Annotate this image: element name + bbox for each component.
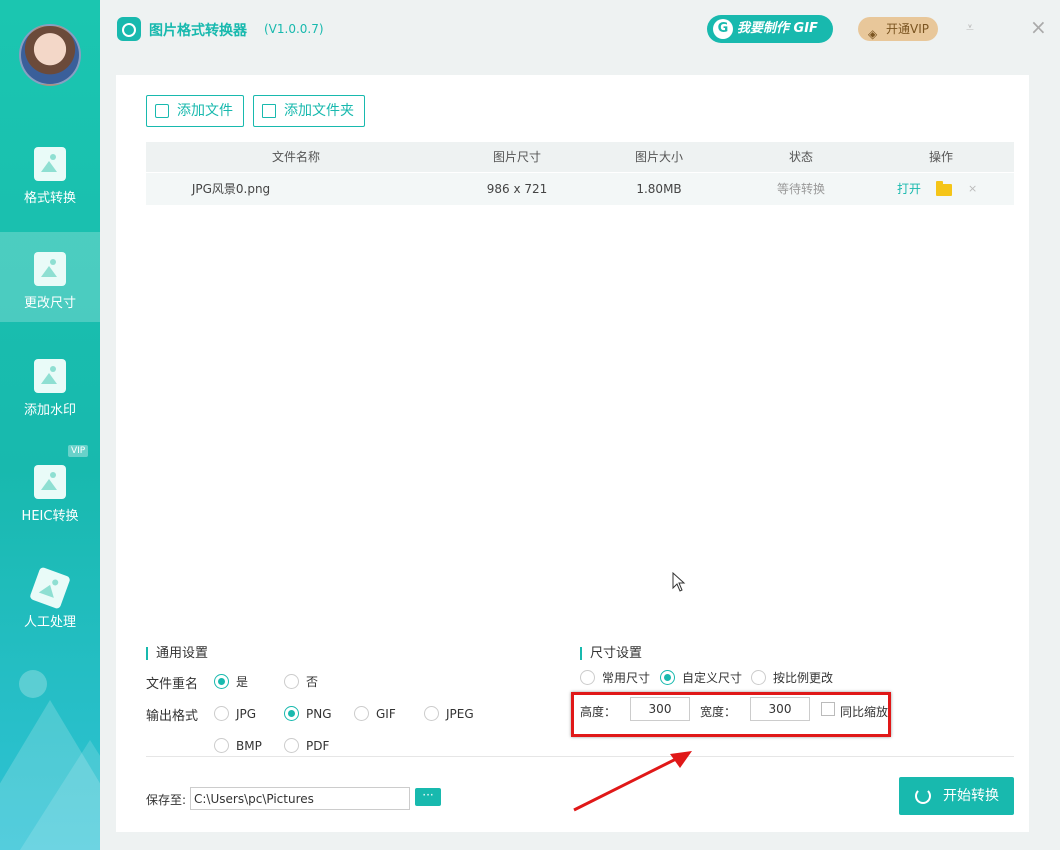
sidebar-item-label: 添加水印: [23, 403, 76, 418]
file-name: JPG风景0.png: [191, 182, 271, 196]
file-size: 1.80MB: [636, 182, 682, 196]
decoration-hill: [20, 740, 100, 850]
radio-label: JPEG: [446, 707, 474, 721]
radio-label: 常用尺寸: [602, 671, 651, 685]
radio-indicator: [424, 706, 439, 721]
format-gif-radio[interactable]: GIF: [354, 706, 396, 722]
add-folder-label: 添加文件夹: [284, 103, 354, 119]
general-settings-title: 通用设置: [146, 647, 208, 660]
output-format-label: 输出格式: [146, 709, 199, 724]
radio-label: 是: [236, 675, 249, 689]
make-gif-label: 我要制作 GIF: [737, 21, 818, 36]
sidebar: 格式转换 更改尺寸 添加水印 VIP HEIC转换 人工处理: [0, 0, 100, 850]
radio-indicator: [284, 706, 299, 721]
sidebar-item-heic[interactable]: VIP HEIC转换: [0, 445, 100, 535]
format-pdf-radio[interactable]: PDF: [284, 738, 329, 754]
radio-label: GIF: [376, 707, 396, 721]
delete-row-icon[interactable]: ×: [968, 173, 977, 205]
user-avatar[interactable]: [19, 24, 81, 86]
mouse-cursor-icon: [672, 572, 686, 592]
open-vip-label: 开通VIP: [886, 22, 929, 36]
radio-indicator: [214, 706, 229, 721]
start-convert-label: 开始转换: [943, 788, 999, 804]
file-dimensions: 986 x 721: [486, 182, 548, 196]
app-logo-icon: [117, 17, 141, 41]
file-status: 等待转换: [776, 182, 825, 196]
sidebar-item-label: 格式转换: [23, 191, 76, 206]
vip-badge: VIP: [68, 445, 89, 457]
add-file-icon: [155, 104, 169, 118]
format-jpeg-radio[interactable]: JPEG: [424, 706, 474, 722]
start-convert-button[interactable]: 开始转换: [899, 777, 1014, 815]
make-gif-button[interactable]: G 我要制作 GIF: [707, 15, 833, 43]
sidebar-item-label: 更改尺寸: [23, 296, 76, 311]
sidebar-item-manual[interactable]: 人工处理: [0, 551, 100, 641]
open-vip-button[interactable]: ◈ 开通VIP: [858, 17, 938, 41]
radio-label: 自定义尺寸: [682, 671, 743, 685]
table-row[interactable]: JPG风景0.png 986 x 721 1.80MB 等待转换 打开 ×: [146, 173, 1014, 205]
radio-indicator: [284, 738, 299, 753]
save-path-input[interactable]: [190, 787, 410, 810]
table-header: 文件名称 图片尺寸 图片大小 状态 操作: [146, 142, 1014, 172]
image-watermark-icon: [34, 359, 66, 393]
sidebar-item-label: 人工处理: [23, 615, 76, 630]
sidebar-item-format-convert[interactable]: 格式转换: [0, 127, 100, 217]
close-icon[interactable]: ×: [1030, 17, 1047, 37]
format-jpg-radio[interactable]: JPG: [214, 706, 256, 722]
save-to-label: 保存至:: [146, 793, 187, 807]
annotation-arrow: [573, 751, 692, 812]
app-version: (V1.0.0.7): [264, 22, 324, 36]
column-header-status: 状态: [788, 150, 813, 164]
size-ratio-radio[interactable]: 按比例更改: [751, 670, 833, 686]
format-bmp-radio[interactable]: BMP: [214, 738, 262, 754]
column-header-name: 文件名称: [271, 150, 320, 164]
radio-indicator: [354, 706, 369, 721]
rename-yes-radio[interactable]: 是: [214, 674, 248, 690]
title-bar: 图片格式转换器 (V1.0.0.7) G 我要制作 GIF ◈ 开通VIP ⩡ …: [100, 0, 1060, 60]
refresh-icon: [915, 788, 931, 804]
radio-label: BMP: [236, 739, 262, 753]
add-folder-button[interactable]: 添加文件夹: [253, 95, 365, 127]
radio-indicator: [660, 670, 675, 685]
format-png-radio[interactable]: PNG: [284, 706, 332, 722]
add-file-label: 添加文件: [177, 103, 233, 119]
radio-indicator: [284, 674, 299, 689]
image-convert-icon: [34, 147, 66, 181]
open-folder-icon[interactable]: [936, 181, 952, 196]
add-file-button[interactable]: 添加文件: [146, 95, 244, 127]
decoration-circle: [19, 670, 47, 698]
browse-button[interactable]: ···: [415, 788, 441, 806]
gif-logo-icon: G: [713, 19, 733, 39]
radio-indicator: [214, 738, 229, 753]
radio-label: 否: [306, 675, 319, 689]
menu-dropdown-icon[interactable]: ⩡: [966, 20, 974, 36]
rename-label: 文件重名: [146, 677, 199, 692]
radio-label: 按比例更改: [773, 671, 834, 685]
manual-process-icon: [29, 566, 71, 610]
rename-no-radio[interactable]: 否: [284, 674, 318, 690]
column-header-size: 图片大小: [634, 150, 683, 164]
image-resize-icon: [34, 252, 66, 286]
sidebar-item-watermark[interactable]: 添加水印: [0, 339, 100, 429]
size-settings-title: 尺寸设置: [580, 647, 642, 660]
radio-indicator: [580, 670, 595, 685]
radio-label: PNG: [306, 707, 332, 721]
column-header-dimensions: 图片尺寸: [492, 150, 541, 164]
radio-indicator: [751, 670, 766, 685]
add-folder-icon: [262, 104, 276, 118]
open-file-link[interactable]: 打开: [897, 173, 921, 205]
heic-icon: [34, 465, 66, 499]
diamond-icon: ◈: [868, 27, 878, 41]
sidebar-item-resize[interactable]: 更改尺寸: [0, 232, 100, 322]
app-title: 图片格式转换器: [149, 23, 247, 39]
radio-label: JPG: [236, 707, 257, 721]
radio-indicator: [214, 674, 229, 689]
column-header-actions: 操作: [928, 150, 953, 164]
radio-label: PDF: [306, 739, 330, 753]
size-custom-radio[interactable]: 自定义尺寸: [660, 670, 742, 686]
sidebar-item-label: HEIC转换: [21, 509, 79, 524]
highlight-box: [571, 692, 891, 737]
size-common-radio[interactable]: 常用尺寸: [580, 670, 650, 686]
